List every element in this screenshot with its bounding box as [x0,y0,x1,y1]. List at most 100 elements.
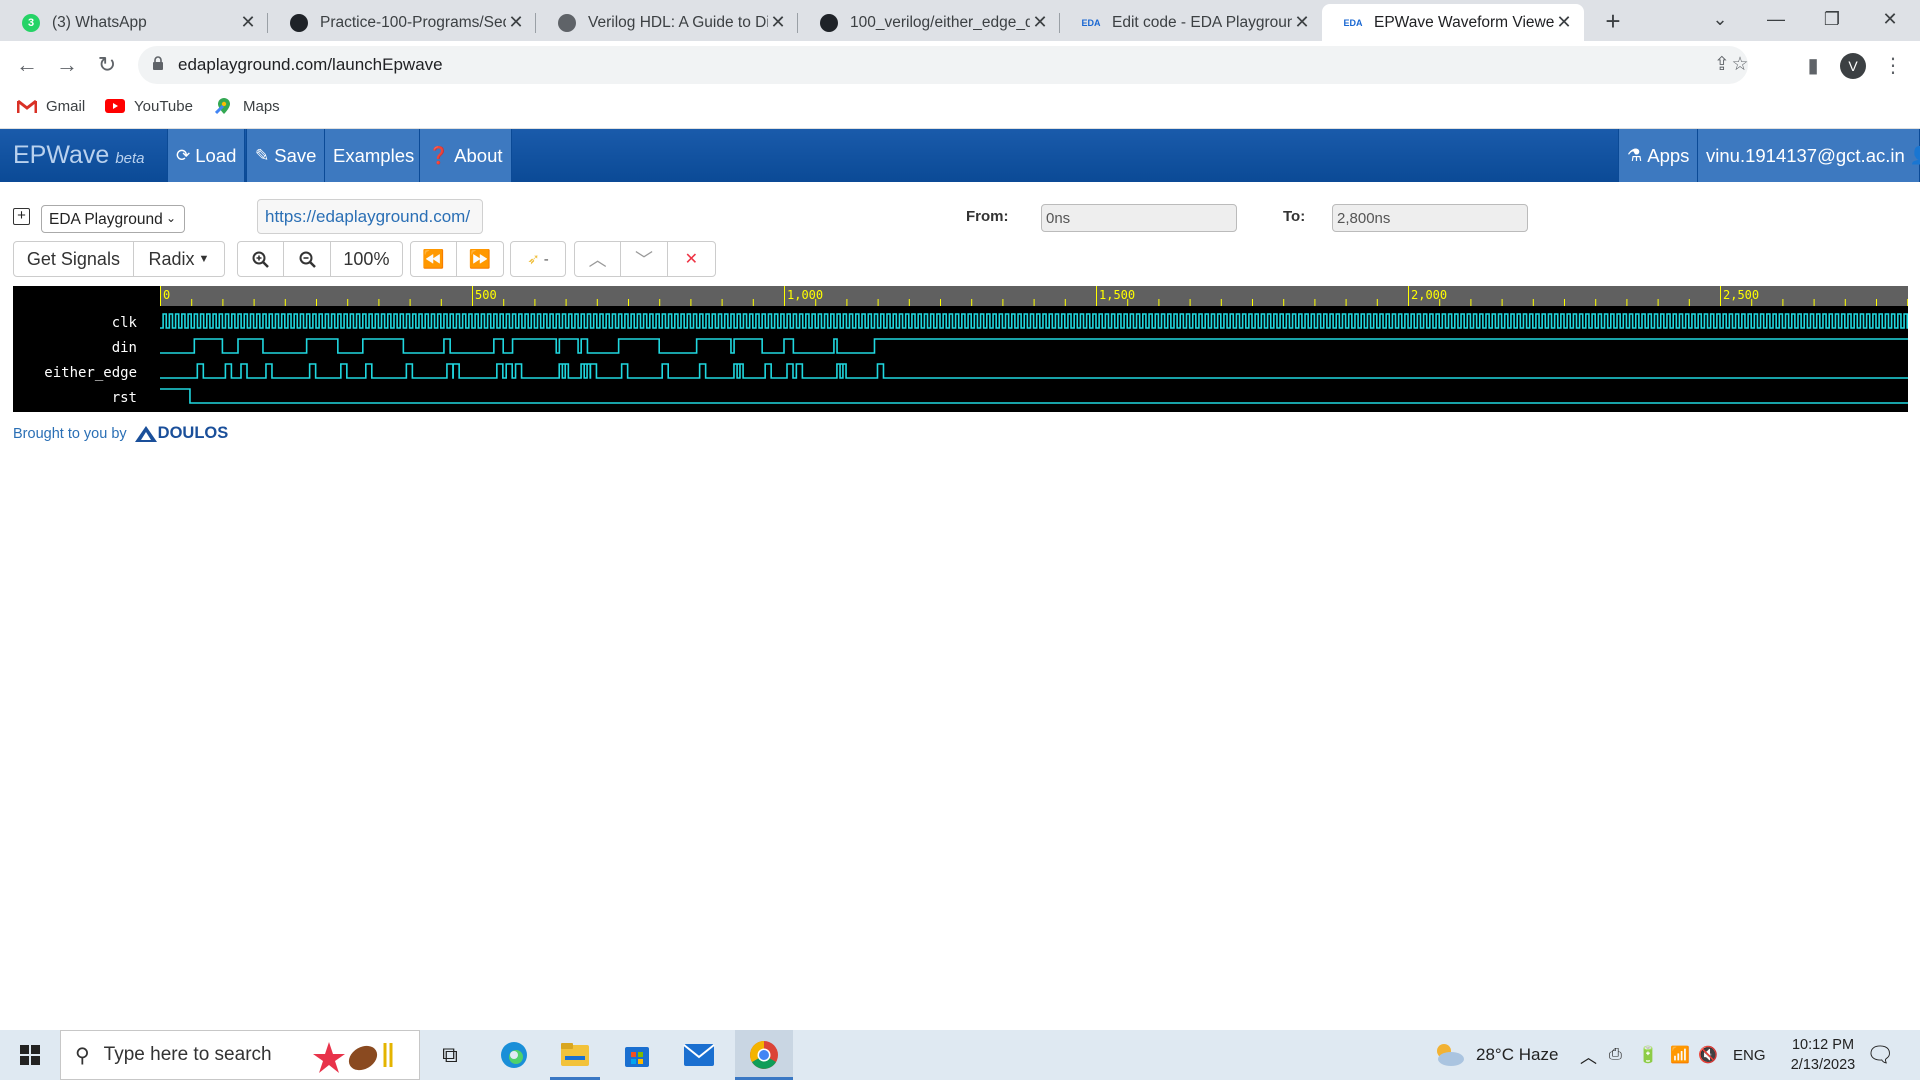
trace-clk[interactable] [160,313,1908,329]
github-icon [820,13,838,32]
bookmark-maps[interactable]: Maps [214,97,280,115]
side-panel-icon[interactable]: ▮ [1800,53,1826,79]
close-tab-icon[interactable]: ✕ [1554,12,1574,33]
new-tab-icon[interactable]: + [1598,6,1628,36]
save-button[interactable]: ✎ Save [246,129,326,182]
chrome-icon[interactable] [735,1030,793,1080]
gmail-icon [17,97,37,115]
task-view-icon[interactable]: ⧉ [425,1030,475,1080]
remove-signal-icon[interactable]: ✕ [668,242,715,276]
minimize-icon[interactable]: — [1748,0,1804,40]
show-hidden-icons-icon[interactable]: ︿ [1580,1030,1597,1080]
zoom-level[interactable]: 100% [331,242,402,276]
to-time-input[interactable]: 2,800ns [1332,204,1528,232]
source-select[interactable]: EDA Playground ⌄ [41,205,185,233]
fast-backward-icon[interactable]: ⏪ [411,242,458,276]
tab-verilog-guide[interactable]: Verilog HDL: A Guide to Dig ✕ [536,4,798,41]
clock-time: 10:12 PM [1791,1037,1855,1053]
bookmark-label: YouTube [134,97,193,115]
forward-icon[interactable]: → [49,47,85,83]
bookmarks-bar: Gmail YouTube Maps [0,89,1920,129]
about-button[interactable]: ❓ About [419,129,512,182]
tab-eda-edit[interactable]: EDA Edit code - EDA Playground ✕ [1060,4,1322,41]
notifications-icon[interactable]: 🗨 [1866,1030,1894,1080]
from-label: From: [966,208,1009,225]
microsoft-store-icon[interactable] [612,1030,662,1080]
chevron-up-icon[interactable]: ︿ [575,242,622,276]
tab-title: (3) WhatsApp [52,13,147,31]
apps-button[interactable]: ⚗ Apps [1618,129,1699,182]
signal-traces[interactable] [160,306,1908,412]
bookmark-gmail[interactable]: Gmail [17,97,85,115]
tab-github-practice[interactable]: Practice-100-Programs/Seq ✕ [268,4,536,41]
bookmark-label: Maps [243,97,280,115]
brand-beta: beta [115,150,145,167]
marker-button-group: ➶ - [510,241,566,277]
from-time-input[interactable]: 0ns [1041,204,1237,232]
avatar[interactable]: V [1840,53,1866,79]
signal-name-din[interactable]: din [112,340,137,356]
file-explorer-icon[interactable] [550,1030,600,1080]
load-button[interactable]: ⟳ Load [167,129,246,182]
restore-icon[interactable]: ❐ [1804,0,1860,40]
close-tab-icon[interactable]: ✕ [506,12,526,33]
weather-widget[interactable]: 28°C Haze [1432,1030,1558,1080]
marker-button[interactable]: ➶ - [511,242,565,276]
bookmark-star-icon[interactable]: ☆ [1728,53,1752,77]
epwave-brand[interactable]: EPWave beta [13,141,145,170]
signal-name-clk[interactable]: clk [112,315,137,331]
radix-button[interactable]: Radix ▼ [134,242,224,276]
tab-whatsapp[interactable]: 3 (3) WhatsApp ✕ [0,4,268,41]
trace-din[interactable] [160,338,1908,354]
time-ruler[interactable]: 0 500 1,000 1,500 2,000 2,500 [160,286,1909,306]
taskbar-search[interactable]: ⚲ Type here to search [60,1030,420,1080]
tab-github-either-edge[interactable]: 100_verilog/either_edge_de ✕ [798,4,1060,41]
user-menu-button[interactable]: vinu.1914137@gct.ac.in👤 [1697,129,1920,182]
waveform-viewer[interactable]: 0 500 1,000 1,500 2,000 2,500 clk din either_… [13,286,1909,412]
eda-playground-icon: EDA [1081,17,1101,28]
signal-name-rst[interactable]: rst [112,390,137,406]
get-signals-button[interactable]: Get Signals [14,242,134,276]
bookmark-youtube[interactable]: YouTube [105,97,193,115]
clock[interactable]: 10:12 PM 2/13/2023 [1775,1030,1871,1080]
trace-either-edge[interactable] [160,363,1908,379]
examples-button[interactable]: Examples [324,129,424,182]
volume-muted-icon[interactable]: 🔇 [1698,1030,1718,1080]
tab-search-icon[interactable]: ⌄ [1692,0,1748,40]
meet-now-icon[interactable]: ⎙ [1609,1030,1622,1080]
source-select-value: EDA Playground [49,211,163,228]
address-bar[interactable]: edaplayground.com/launchEpwave ⇪ ☆ [138,46,1749,84]
fast-forward-icon[interactable]: ⏩ [457,242,503,276]
zoom-out-icon[interactable] [284,242,331,276]
close-window-icon[interactable]: ✕ [1862,0,1918,40]
trace-rst[interactable] [160,388,1908,404]
zoom-in-icon[interactable] [238,242,285,276]
signal-button-group: Get Signals Radix ▼ [13,241,225,277]
reload-icon[interactable]: ↻ [89,47,125,83]
examples-label: Examples [333,144,415,166]
expand-icon[interactable]: + [13,208,30,225]
globe-icon [558,13,576,32]
wifi-icon[interactable]: 📶 [1670,1030,1690,1080]
mail-icon[interactable] [674,1030,724,1080]
menu-icon[interactable]: ⋮ [1880,53,1906,79]
battery-icon[interactable]: 🔋 [1638,1030,1658,1080]
user-email: vinu.1914137@gct.ac.in [1706,144,1905,166]
edge-icon[interactable] [489,1030,539,1080]
chevron-down-icon[interactable]: ﹀ [621,242,668,276]
close-tab-icon[interactable]: ✕ [1292,12,1312,33]
signal-name-either-edge[interactable]: either_edge [44,365,137,381]
back-icon[interactable]: ← [9,47,45,83]
question-circle-icon: ❓ [428,145,450,165]
playground-link[interactable]: https://edaplayground.com/ [257,199,483,234]
radix-label: Radix [148,248,195,269]
doulos-logo[interactable]: DOULOS [134,424,228,443]
close-tab-icon[interactable]: ✕ [238,12,258,33]
windows-start-icon[interactable] [0,1030,60,1080]
language-indicator[interactable]: ENG [1733,1030,1766,1080]
ruler-label: 1,000 [787,288,823,302]
tab-epwave[interactable]: EDA EPWave Waveform Viewer ✕ [1322,4,1584,41]
close-tab-icon[interactable]: ✕ [1030,12,1050,33]
doulos-icon [134,425,157,442]
close-tab-icon[interactable]: ✕ [768,12,788,33]
